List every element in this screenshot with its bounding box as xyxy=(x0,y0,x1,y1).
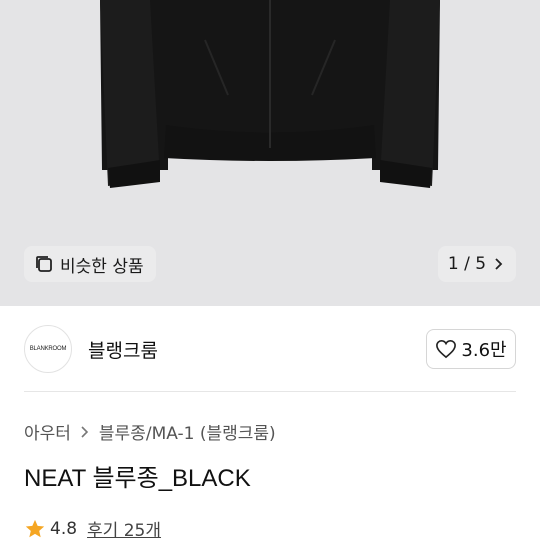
shop-logo[interactable]: BLANKROOM xyxy=(24,325,72,373)
breadcrumb-category[interactable]: 아우터 xyxy=(24,419,71,444)
similar-products-label: 비슷한 상품 xyxy=(60,256,144,277)
shop-logo-text: BLANKROOM xyxy=(29,346,67,352)
image-pager-label: 1 / 5 xyxy=(447,254,487,274)
breadcrumb-subcategory[interactable]: 블루종/MA-1 (블랭크룸) xyxy=(99,419,276,444)
star-icon xyxy=(25,519,45,537)
heart-icon xyxy=(436,339,457,359)
copy-icon xyxy=(36,256,52,272)
breadcrumb: 아우터 블루종/MA-1 (블랭크룸) xyxy=(24,419,276,444)
like-button[interactable]: 3.6만 xyxy=(426,329,516,369)
like-count: 3.6만 xyxy=(461,340,507,361)
product-title: NEAT 블루종_BLACK xyxy=(24,465,251,492)
similar-products-button[interactable]: 비슷한 상품 xyxy=(24,246,156,282)
chevron-right-icon xyxy=(81,425,89,438)
reviews-link[interactable]: 후기 25개 xyxy=(87,516,161,540)
shop-name[interactable]: 블랭크룸 xyxy=(88,336,158,363)
image-pager-button[interactable]: 1 / 5 xyxy=(438,246,516,282)
rating-value: 4.8 xyxy=(50,518,78,539)
product-rating: 4.8 후기 25개 xyxy=(24,516,161,540)
divider xyxy=(24,391,516,392)
product-image-gallery[interactable]: 비슷한 상품 1 / 5 xyxy=(0,0,540,306)
chevron-right-icon xyxy=(495,258,503,270)
